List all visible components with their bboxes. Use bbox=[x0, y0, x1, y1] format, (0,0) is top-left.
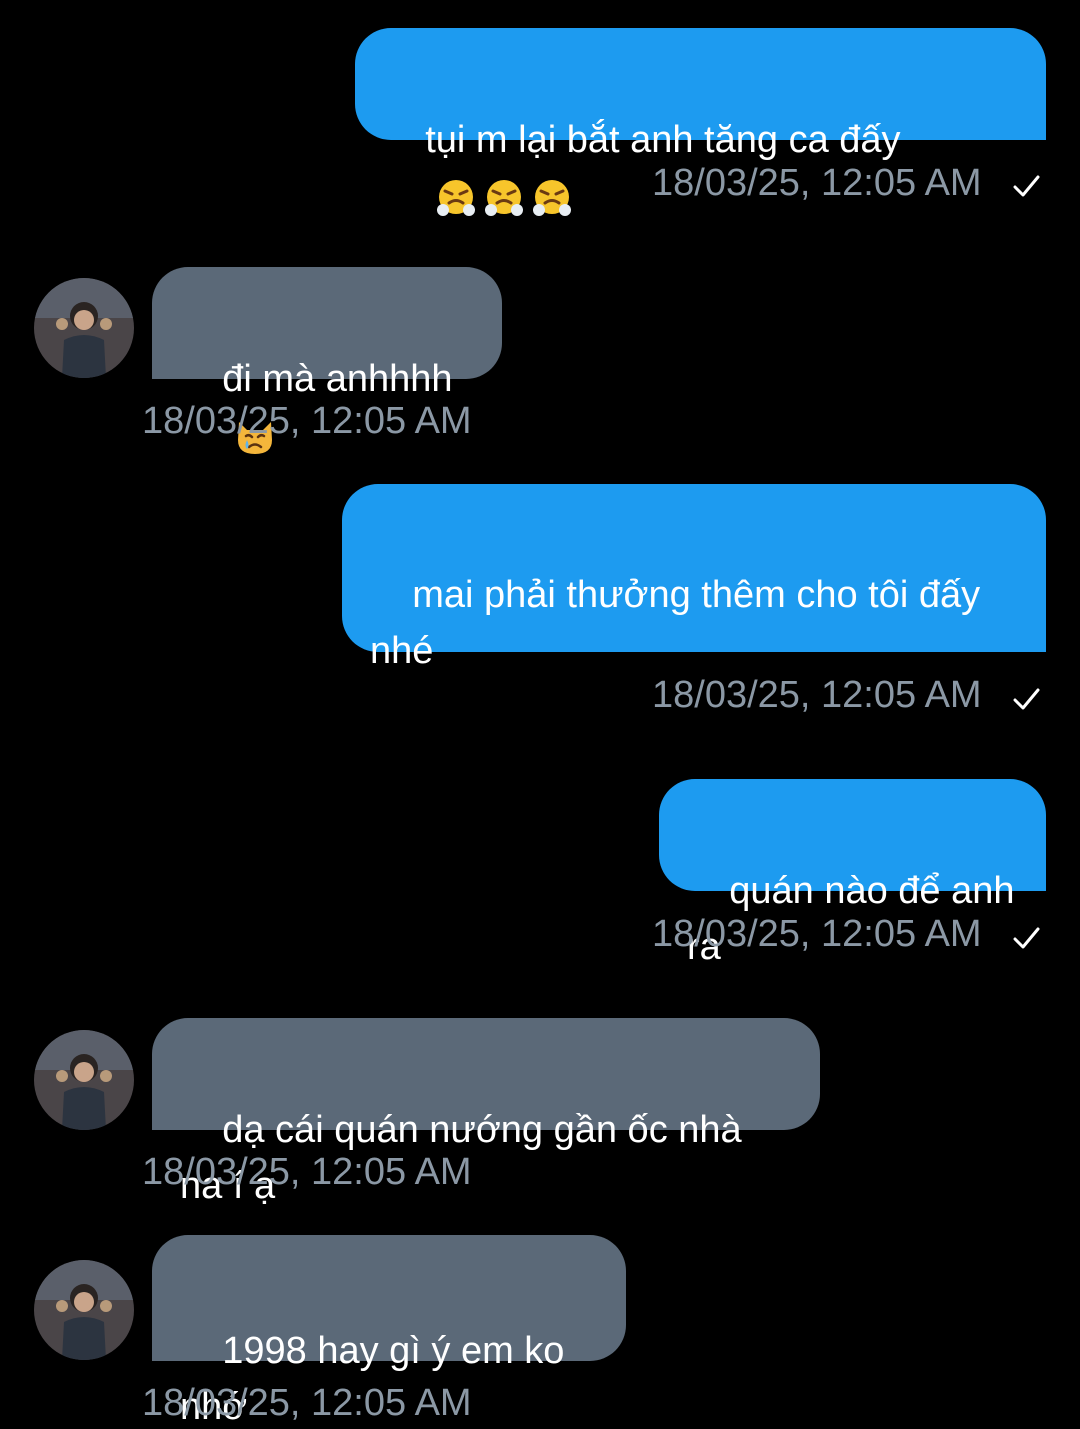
message-timestamp: 18/03/25, 12:05 AM bbox=[652, 162, 982, 204]
message-timestamp: 18/03/25, 12:05 AM bbox=[142, 1151, 472, 1193]
sent-check-icon bbox=[1013, 927, 1040, 949]
avatar-image bbox=[34, 278, 134, 378]
message-timestamp: 18/03/25, 12:05 AM bbox=[142, 1382, 472, 1424]
avatar-image bbox=[34, 1260, 134, 1360]
message-text: đi mà anhhhh bbox=[222, 358, 453, 400]
angry-steam-face-icon bbox=[485, 179, 524, 216]
outgoing-message[interactable]: tụi m lại bắt anh tăng ca đấy bbox=[355, 28, 1046, 216]
incoming-message[interactable]: 1998 hay gì ý em ko nhớ bbox=[152, 1235, 626, 1428]
message-text: tụi m lại bắt anh tăng ca đấy bbox=[425, 119, 901, 161]
avatar[interactable] bbox=[34, 278, 134, 378]
message-timestamp: 18/03/25, 12:05 AM bbox=[652, 913, 982, 955]
avatar[interactable] bbox=[34, 1030, 134, 1130]
angry-steam-face-icon bbox=[437, 179, 476, 216]
incoming-message[interactable]: đi mà anhhhh bbox=[152, 267, 502, 454]
sent-check-icon bbox=[1013, 688, 1040, 710]
chat-thread: tụi m lại bắt anh tăng ca đấy 18/03/25, … bbox=[0, 0, 1080, 1429]
message-timestamp: 18/03/25, 12:05 AM bbox=[142, 400, 472, 442]
outgoing-message[interactable]: quán nào để anh ra bbox=[659, 779, 1046, 968]
sent-check-icon bbox=[1013, 175, 1040, 197]
incoming-message[interactable]: dạ cái quán nướng gần ốc nhà na í ạ bbox=[152, 1018, 820, 1207]
outgoing-message[interactable]: mai phải thưởng thêm cho tôi đấy nhé bbox=[342, 484, 1046, 672]
avatar[interactable] bbox=[34, 1260, 134, 1360]
message-timestamp: 18/03/25, 12:05 AM bbox=[652, 674, 982, 716]
message-text: mai phải thưởng thêm cho tôi đấy nhé bbox=[370, 574, 981, 672]
angry-steam-face-icon bbox=[533, 179, 572, 216]
avatar-image bbox=[34, 1030, 134, 1130]
